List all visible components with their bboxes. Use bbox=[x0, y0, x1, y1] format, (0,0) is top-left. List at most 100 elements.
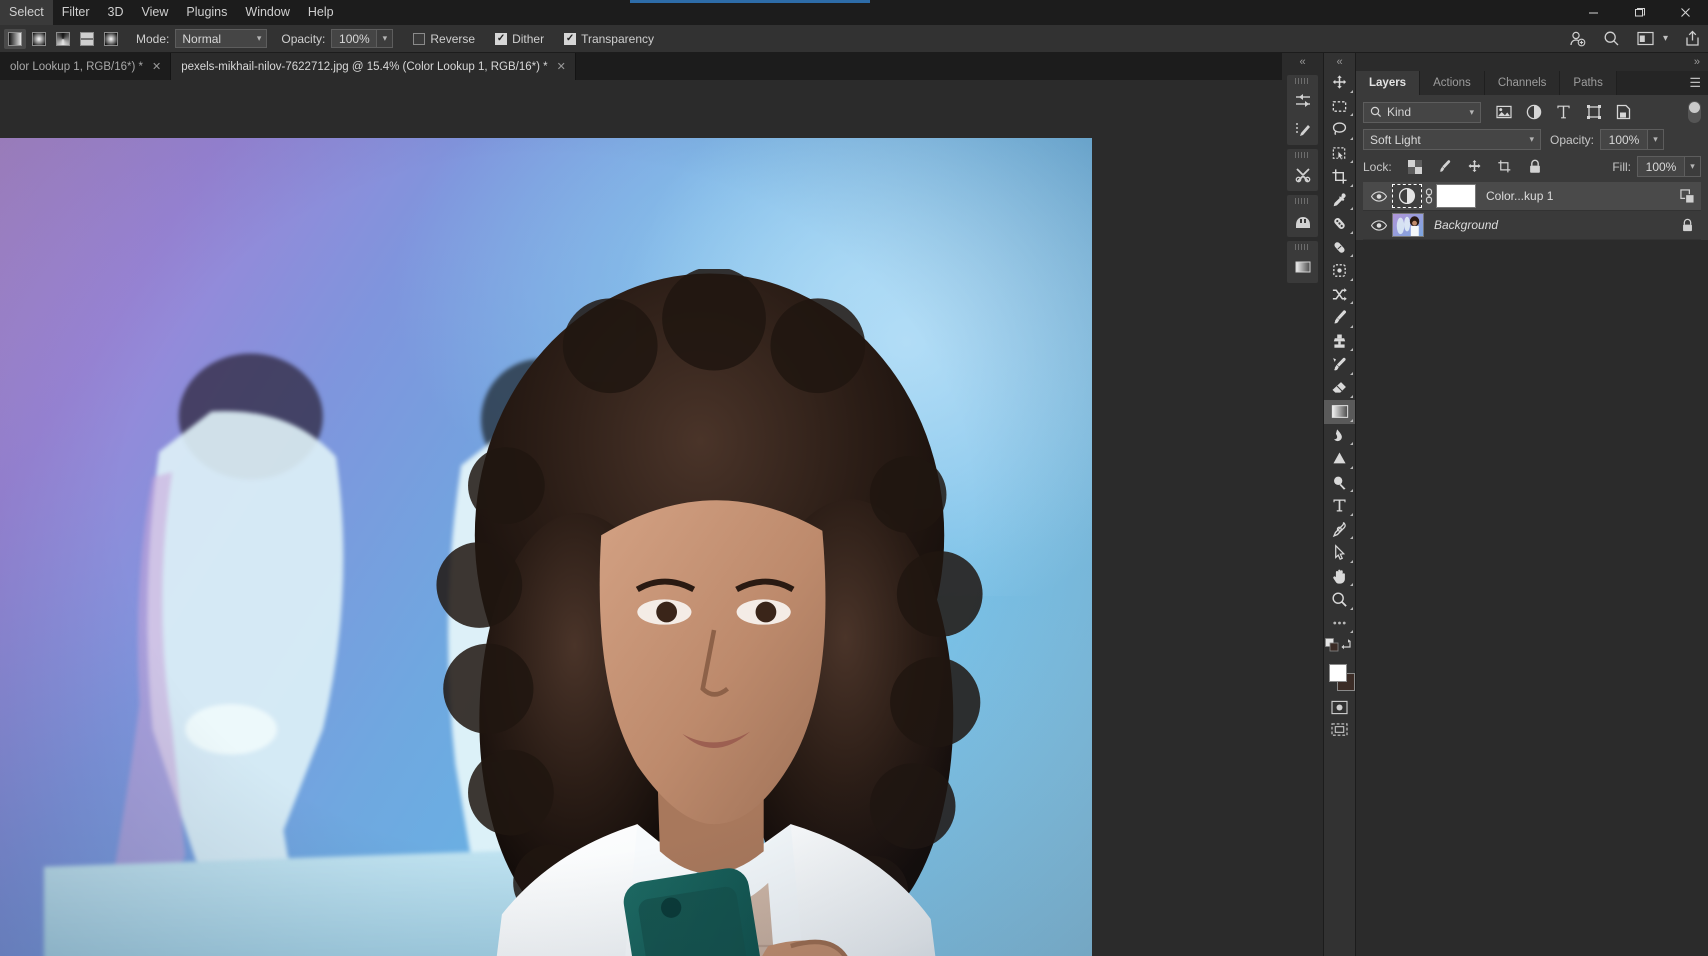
dock-grip[interactable] bbox=[1295, 198, 1310, 204]
maximize-button[interactable] bbox=[1616, 0, 1662, 25]
canvas-area[interactable] bbox=[0, 80, 1282, 956]
layer-fill-input[interactable]: 100% bbox=[1637, 156, 1685, 177]
layer-visibility-toggle[interactable] bbox=[1366, 219, 1392, 231]
opacity-input[interactable]: 100% bbox=[331, 29, 378, 48]
tab-paths[interactable]: Paths bbox=[1560, 71, 1617, 95]
path-selection-tool[interactable] bbox=[1324, 541, 1355, 565]
patch-tool[interactable] bbox=[1324, 259, 1355, 283]
blur-tool[interactable] bbox=[1324, 424, 1355, 448]
lock-icon[interactable] bbox=[1673, 218, 1701, 233]
dock-collapse-button[interactable]: « bbox=[1282, 53, 1323, 71]
menu-item-view[interactable]: View bbox=[133, 0, 178, 25]
move-tool[interactable] bbox=[1324, 71, 1355, 95]
layer-visibility-toggle[interactable] bbox=[1366, 190, 1392, 202]
filter-kind-select[interactable]: Kind ▾ bbox=[1363, 101, 1481, 123]
color-swatches[interactable] bbox=[1324, 662, 1355, 696]
dock-grip[interactable] bbox=[1295, 152, 1310, 158]
brush-tool[interactable] bbox=[1324, 306, 1355, 330]
layer-mask-link-icon[interactable] bbox=[1422, 188, 1436, 204]
layer-blend-mode-select[interactable]: Soft Light ▾ bbox=[1363, 129, 1541, 150]
hand-tool[interactable] bbox=[1324, 565, 1355, 589]
burn-tool[interactable] bbox=[1324, 471, 1355, 495]
transparency-checkbox[interactable] bbox=[564, 32, 577, 45]
filter-pixel-layers-icon[interactable] bbox=[1495, 104, 1512, 121]
foreground-color-swatch[interactable] bbox=[1329, 664, 1347, 682]
dodge-tool[interactable] bbox=[1324, 447, 1355, 471]
eraser-tool[interactable] bbox=[1324, 377, 1355, 401]
tool-presets-icon[interactable] bbox=[1287, 161, 1318, 189]
tab-channels[interactable]: Channels bbox=[1484, 71, 1561, 95]
panel-menu-icon[interactable]: ☰ bbox=[1689, 71, 1701, 95]
eyedropper-tool[interactable] bbox=[1324, 189, 1355, 213]
healing-brush-tool[interactable] bbox=[1324, 236, 1355, 260]
blend-mode-select[interactable]: Normal ▾ bbox=[175, 29, 268, 48]
layer-opacity-input[interactable]: 100% bbox=[1600, 129, 1649, 150]
filter-smart-object-icon[interactable] bbox=[1615, 104, 1632, 121]
layer-fill-stepper[interactable]: ▾ bbox=[1685, 156, 1701, 177]
layer-opacity-stepper[interactable]: ▾ bbox=[1648, 129, 1665, 150]
zoom-tool[interactable] bbox=[1324, 588, 1355, 612]
workspace-icon[interactable] bbox=[1636, 29, 1656, 49]
rectangular-marquee-tool[interactable] bbox=[1324, 95, 1355, 119]
type-tool[interactable] bbox=[1324, 494, 1355, 518]
layer-mask-thumbnail[interactable] bbox=[1436, 184, 1476, 208]
shuffle-tool[interactable] bbox=[1324, 283, 1355, 307]
lasso-tool[interactable] bbox=[1324, 118, 1355, 142]
filter-adjustment-layers-icon[interactable] bbox=[1525, 104, 1542, 121]
layer-row-background[interactable]: Background bbox=[1363, 211, 1701, 240]
dither-checkbox-group[interactable]: Dither bbox=[495, 32, 544, 46]
edit-toolbar-more-button[interactable] bbox=[1324, 612, 1355, 636]
radial-gradient-type-button[interactable] bbox=[28, 29, 50, 49]
filter-enable-toggle[interactable] bbox=[1688, 101, 1701, 123]
reverse-checkbox[interactable] bbox=[413, 32, 426, 45]
close-icon[interactable]: ✕ bbox=[152, 60, 161, 73]
pen-tool[interactable] bbox=[1324, 518, 1355, 542]
lock-artboard-nesting-icon[interactable] bbox=[1497, 159, 1513, 175]
gradient-tool[interactable] bbox=[1324, 400, 1355, 424]
reverse-checkbox-group[interactable]: Reverse bbox=[413, 32, 475, 46]
angle-gradient-type-button[interactable] bbox=[52, 29, 74, 49]
diamond-gradient-type-button[interactable] bbox=[100, 29, 122, 49]
history-brush-tool[interactable] bbox=[1324, 353, 1355, 377]
gradients-panel-icon[interactable] bbox=[1287, 253, 1318, 281]
document-tab-1[interactable]: olor Lookup 1, RGB/16*) * ✕ bbox=[0, 53, 172, 80]
menu-item-window[interactable]: Window bbox=[236, 0, 298, 25]
menu-item-plugins[interactable]: Plugins bbox=[177, 0, 236, 25]
share-icon[interactable] bbox=[1682, 29, 1702, 49]
swap-colors-icon[interactable] bbox=[1341, 638, 1354, 656]
filter-shape-layers-icon[interactable] bbox=[1585, 104, 1602, 121]
linear-gradient-type-button[interactable] bbox=[4, 28, 26, 49]
document-tab-2[interactable]: pexels-mikhail-nilov-7622712.jpg @ 15.4%… bbox=[171, 53, 576, 80]
lock-image-pixels-icon[interactable] bbox=[1437, 159, 1453, 175]
layer-row-color-lookup[interactable]: Color...kup 1 bbox=[1363, 182, 1701, 211]
close-icon[interactable]: ✕ bbox=[557, 60, 566, 73]
spot-healing-brush-tool[interactable] bbox=[1324, 212, 1355, 236]
image-canvas[interactable] bbox=[0, 138, 1092, 956]
dock-grip[interactable] bbox=[1295, 78, 1310, 84]
search-icon[interactable] bbox=[1602, 29, 1622, 49]
minimize-button[interactable] bbox=[1570, 0, 1616, 25]
libraries-panel-icon[interactable] bbox=[1287, 115, 1318, 143]
default-colors-icon[interactable] bbox=[1325, 637, 1339, 657]
lock-position-icon[interactable] bbox=[1467, 159, 1483, 175]
clone-stamp-tool[interactable] bbox=[1324, 330, 1355, 354]
menu-item-filter[interactable]: Filter bbox=[53, 0, 99, 25]
adjustments-panel-icon[interactable] bbox=[1287, 87, 1318, 115]
close-button[interactable] bbox=[1662, 0, 1708, 25]
dither-checkbox[interactable] bbox=[495, 32, 508, 45]
opacity-stepper[interactable]: ▾ bbox=[377, 29, 394, 48]
filter-type-layers-icon[interactable] bbox=[1555, 104, 1572, 121]
dock-grip[interactable] bbox=[1295, 244, 1310, 250]
transparency-checkbox-group[interactable]: Transparency bbox=[564, 32, 654, 46]
menu-item-select[interactable]: Select bbox=[0, 0, 53, 25]
tab-layers[interactable]: Layers bbox=[1356, 71, 1421, 95]
screen-mode-button[interactable] bbox=[1324, 718, 1355, 740]
background-layer-thumbnail[interactable] bbox=[1392, 213, 1424, 237]
clipping-mask-icon[interactable] bbox=[1673, 188, 1701, 204]
menu-item-help[interactable]: Help bbox=[299, 0, 343, 25]
menu-item-3d[interactable]: 3D bbox=[99, 0, 133, 25]
quick-mask-mode-button[interactable] bbox=[1324, 696, 1355, 718]
add-user-icon[interactable] bbox=[1568, 29, 1588, 49]
lock-transparent-pixels-icon[interactable] bbox=[1407, 159, 1423, 175]
object-selection-tool[interactable] bbox=[1324, 142, 1355, 166]
